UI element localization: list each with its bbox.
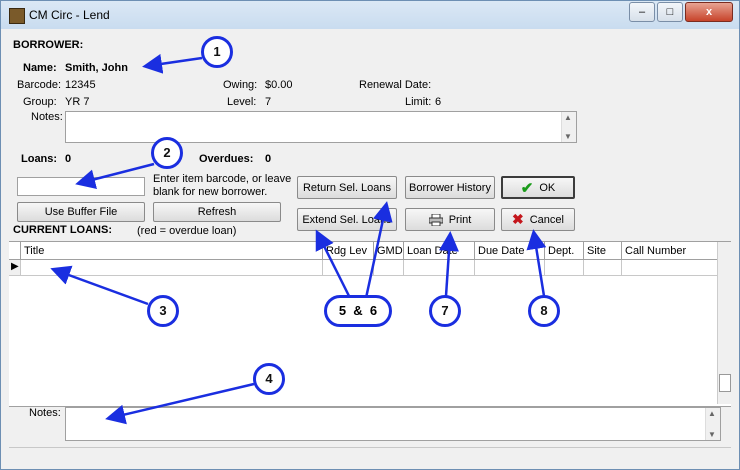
name-value: Smith, John bbox=[65, 62, 128, 74]
grid-scroll-thumb[interactable] bbox=[719, 374, 731, 392]
table-cell[interactable] bbox=[545, 260, 584, 276]
level-value: 7 bbox=[265, 96, 272, 108]
borrower-notes-label: Notes: bbox=[31, 111, 63, 123]
limit-label: Limit: bbox=[405, 96, 432, 108]
overdues-label: Overdues: bbox=[199, 153, 254, 165]
minimize-button[interactable]: – bbox=[629, 2, 655, 22]
cancel-button[interactable]: ✖ Cancel bbox=[501, 208, 575, 231]
use-buffer-file-button[interactable]: Use Buffer File bbox=[17, 202, 145, 222]
limit-value: 6 bbox=[435, 96, 442, 108]
scroll-up-icon[interactable]: ▲ bbox=[708, 409, 716, 418]
column-header-title[interactable]: Title bbox=[21, 242, 323, 260]
loan-notes-field[interactable]: ▲ ▼ bbox=[65, 407, 721, 441]
table-cell[interactable] bbox=[622, 260, 718, 276]
name-label: Name: bbox=[23, 62, 57, 74]
refresh-button[interactable]: Refresh bbox=[153, 202, 281, 222]
borrower-history-button[interactable]: Borrower History bbox=[405, 176, 495, 199]
column-header-site[interactable]: Site bbox=[584, 242, 622, 260]
check-icon: ✔ bbox=[520, 179, 534, 197]
barcode-label: Barcode: bbox=[17, 79, 62, 91]
row-pointer-icon: ▶ bbox=[11, 261, 19, 272]
window-title: CM Circ - Lend bbox=[29, 8, 110, 22]
annotation-marker-4: 4 bbox=[253, 363, 285, 395]
annotation-marker-7: 7 bbox=[429, 295, 461, 327]
loan-notes-label: Notes: bbox=[29, 407, 61, 419]
print-button[interactable]: Print bbox=[405, 208, 495, 231]
barcode-value: 12345 bbox=[65, 79, 96, 91]
status-divider bbox=[9, 447, 731, 448]
column-header-dept[interactable]: Dept. bbox=[545, 242, 584, 260]
extend-selected-loans-button[interactable]: Extend Sel. Loans bbox=[297, 208, 397, 231]
loan-notes-scrollbar[interactable]: ▲ ▼ bbox=[705, 408, 720, 440]
row-selector[interactable]: ▶ bbox=[9, 260, 21, 276]
scroll-up-icon[interactable]: ▲ bbox=[564, 113, 572, 122]
table-row[interactable] bbox=[21, 260, 323, 276]
table-cell[interactable] bbox=[475, 260, 545, 276]
overdue-note: (red = overdue loan) bbox=[137, 225, 237, 237]
barcode-hint: Enter item barcode, or leave blank for n… bbox=[153, 173, 292, 198]
x-icon: ✖ bbox=[512, 211, 524, 227]
borrower-history-label: Borrower History bbox=[409, 181, 491, 194]
column-header-gmd[interactable]: GMD bbox=[374, 242, 404, 260]
use-buffer-file-label: Use Buffer File bbox=[44, 206, 118, 218]
owing-value: $0.00 bbox=[265, 79, 293, 91]
annotation-marker-8: 8 bbox=[528, 295, 560, 327]
lend-window: CM Circ - Lend – □ x BORROWER: Name: Smi… bbox=[0, 0, 740, 470]
close-button[interactable]: x bbox=[685, 2, 733, 22]
column-header-call-number[interactable]: Call Number bbox=[622, 242, 718, 260]
loans-count: 0 bbox=[65, 153, 72, 165]
column-header-due-date[interactable]: Due Date bbox=[475, 242, 545, 260]
column-header-rdg-lev[interactable]: Rdg Lev bbox=[323, 242, 374, 260]
owing-label: Owing: bbox=[223, 79, 258, 91]
annotation-marker-1: 1 bbox=[201, 36, 233, 68]
borrower-notes-scrollbar[interactable]: ▲ ▼ bbox=[561, 112, 576, 142]
return-selected-loans-button[interactable]: Return Sel. Loans bbox=[297, 176, 397, 199]
table-cell[interactable] bbox=[404, 260, 475, 276]
scroll-down-icon[interactable]: ▼ bbox=[564, 132, 572, 141]
client-area: BORROWER: Name: Smith, John Barcode: 123… bbox=[9, 31, 731, 461]
app-icon bbox=[9, 8, 25, 24]
annotation-marker-5-6: 5 & 6 bbox=[324, 295, 392, 327]
grid-corner bbox=[9, 242, 21, 260]
current-loans-label: CURRENT LOANS: bbox=[13, 224, 112, 236]
overdues-count: 0 bbox=[265, 153, 272, 165]
table-cell[interactable] bbox=[374, 260, 404, 276]
group-label: Group: bbox=[23, 96, 57, 108]
table-cell[interactable] bbox=[323, 260, 374, 276]
scroll-down-icon[interactable]: ▼ bbox=[708, 430, 716, 439]
loans-label: Loans: bbox=[21, 153, 58, 165]
extend-selected-loans-label: Extend Sel. Loans bbox=[302, 213, 392, 226]
renewal-date-label: Renewal Date: bbox=[359, 79, 432, 91]
borrower-notes-field[interactable]: ▲ ▼ bbox=[65, 111, 577, 143]
level-label: Level: bbox=[227, 96, 257, 108]
column-header-loan-date[interactable]: Loan Date bbox=[404, 242, 475, 260]
ok-button[interactable]: ✔ OK bbox=[501, 176, 575, 199]
printer-icon bbox=[428, 213, 443, 226]
ok-label: OK bbox=[539, 181, 556, 194]
refresh-label: Refresh bbox=[197, 206, 237, 218]
cancel-label: Cancel bbox=[529, 213, 564, 226]
print-label: Print bbox=[448, 213, 472, 226]
grid-scrollbar[interactable] bbox=[717, 242, 731, 404]
annotation-marker-2: 2 bbox=[151, 137, 183, 169]
item-barcode-input[interactable] bbox=[17, 177, 145, 196]
group-value: YR 7 bbox=[65, 96, 90, 108]
title-bar: CM Circ - Lend – □ x bbox=[1, 1, 739, 29]
return-selected-loans-label: Return Sel. Loans bbox=[302, 181, 392, 194]
borrower-section-label: BORROWER: bbox=[13, 39, 84, 51]
maximize-button[interactable]: □ bbox=[657, 2, 683, 22]
table-cell[interactable] bbox=[584, 260, 622, 276]
annotation-marker-3: 3 bbox=[147, 295, 179, 327]
